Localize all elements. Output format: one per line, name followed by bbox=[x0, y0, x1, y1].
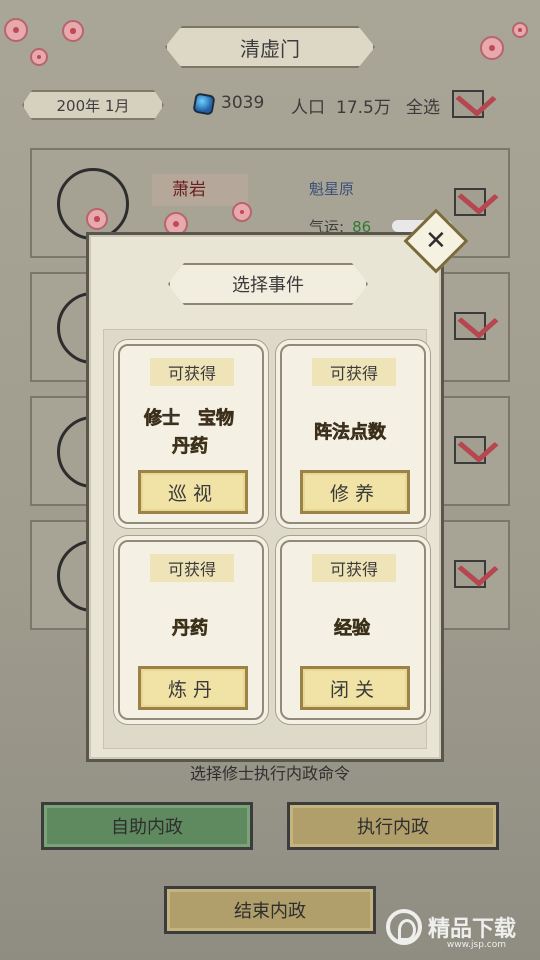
reward-pill: 丹药 bbox=[172, 618, 209, 640]
select-all-checkbox[interactable] bbox=[452, 81, 497, 118]
reward-experience: 经验 bbox=[334, 618, 371, 640]
checkmark-icon bbox=[457, 551, 499, 587]
watermark-text: 精品下载 bbox=[428, 917, 517, 942]
card-header: 可获得 bbox=[150, 358, 234, 386]
sect-title: 清虚门 bbox=[165, 26, 375, 68]
cultivator-name: 萧岩 bbox=[152, 174, 248, 206]
blossom-icon bbox=[512, 22, 528, 38]
card-header: 可获得 bbox=[312, 358, 396, 386]
modal-title: 选择事件 bbox=[168, 263, 368, 305]
reward-pill: 丹药 bbox=[172, 436, 209, 458]
spirit-stone-icon bbox=[192, 92, 216, 116]
watermark-logo-icon bbox=[386, 909, 422, 945]
cultivator-realm: 魁星原 bbox=[309, 180, 355, 198]
alchemy-button[interactable]: 炼丹 bbox=[138, 666, 248, 710]
event-card-seclusion: 可获得 经验 闭关 bbox=[280, 540, 426, 720]
reward-formation-points: 阵法点数 bbox=[314, 422, 387, 444]
event-grid: 可获得 修士 宝物 丹药 巡视 可获得 阵法点数 修养 可获得 丹药 炼丹 可获… bbox=[103, 329, 427, 749]
close-icon: ✕ bbox=[425, 225, 447, 256]
watermark: 精品下载 www.jsp.com bbox=[386, 904, 526, 950]
card-header: 可获得 bbox=[150, 554, 234, 582]
checkmark-icon bbox=[457, 179, 499, 215]
row-checkbox[interactable] bbox=[454, 427, 499, 464]
date-badge: 200年 1月 bbox=[22, 90, 164, 120]
card-header: 可获得 bbox=[312, 554, 396, 582]
watermark-url: www.jsp.com bbox=[446, 940, 506, 950]
blossom-icon bbox=[86, 208, 108, 230]
blossom-icon bbox=[480, 36, 504, 60]
blossom-icon bbox=[4, 18, 28, 42]
event-card-alchemy: 可获得 丹药 炼丹 bbox=[118, 540, 264, 720]
seclusion-button[interactable]: 闭关 bbox=[300, 666, 410, 710]
row-checkbox[interactable] bbox=[454, 551, 499, 588]
population-label: 人口 bbox=[291, 98, 325, 118]
patrol-button[interactable]: 巡视 bbox=[138, 470, 248, 514]
rest-button[interactable]: 修养 bbox=[300, 470, 410, 514]
event-card-patrol: 可获得 修士 宝物 丹药 巡视 bbox=[118, 344, 264, 524]
blossom-icon bbox=[62, 20, 84, 42]
execute-governance-button[interactable]: 执行内政 bbox=[287, 802, 499, 850]
spirit-stone-count: 3039 bbox=[221, 93, 265, 113]
blossom-icon bbox=[232, 202, 252, 222]
reward-cultivator: 修士 bbox=[144, 408, 181, 430]
event-card-rest: 可获得 阵法点数 修养 bbox=[280, 344, 426, 524]
event-select-modal: 选择事件 可获得 修士 宝物 丹药 巡视 可获得 阵法点数 修养 可获得 丹药 … bbox=[86, 232, 444, 762]
hint-text: 选择修士执行内政命令 bbox=[189, 764, 350, 783]
blossom-icon bbox=[30, 48, 48, 66]
select-all-label: 全选 bbox=[406, 98, 440, 118]
reward-treasure: 宝物 bbox=[198, 408, 235, 430]
end-governance-button[interactable]: 结束内政 bbox=[164, 886, 376, 934]
checkmark-icon bbox=[457, 427, 499, 463]
auto-governance-button[interactable]: 自助内政 bbox=[41, 802, 253, 850]
population-value: 17.5万 bbox=[336, 98, 391, 118]
checkmark-icon bbox=[457, 303, 499, 339]
row-checkbox[interactable] bbox=[454, 303, 499, 340]
row-checkbox[interactable] bbox=[454, 179, 499, 216]
